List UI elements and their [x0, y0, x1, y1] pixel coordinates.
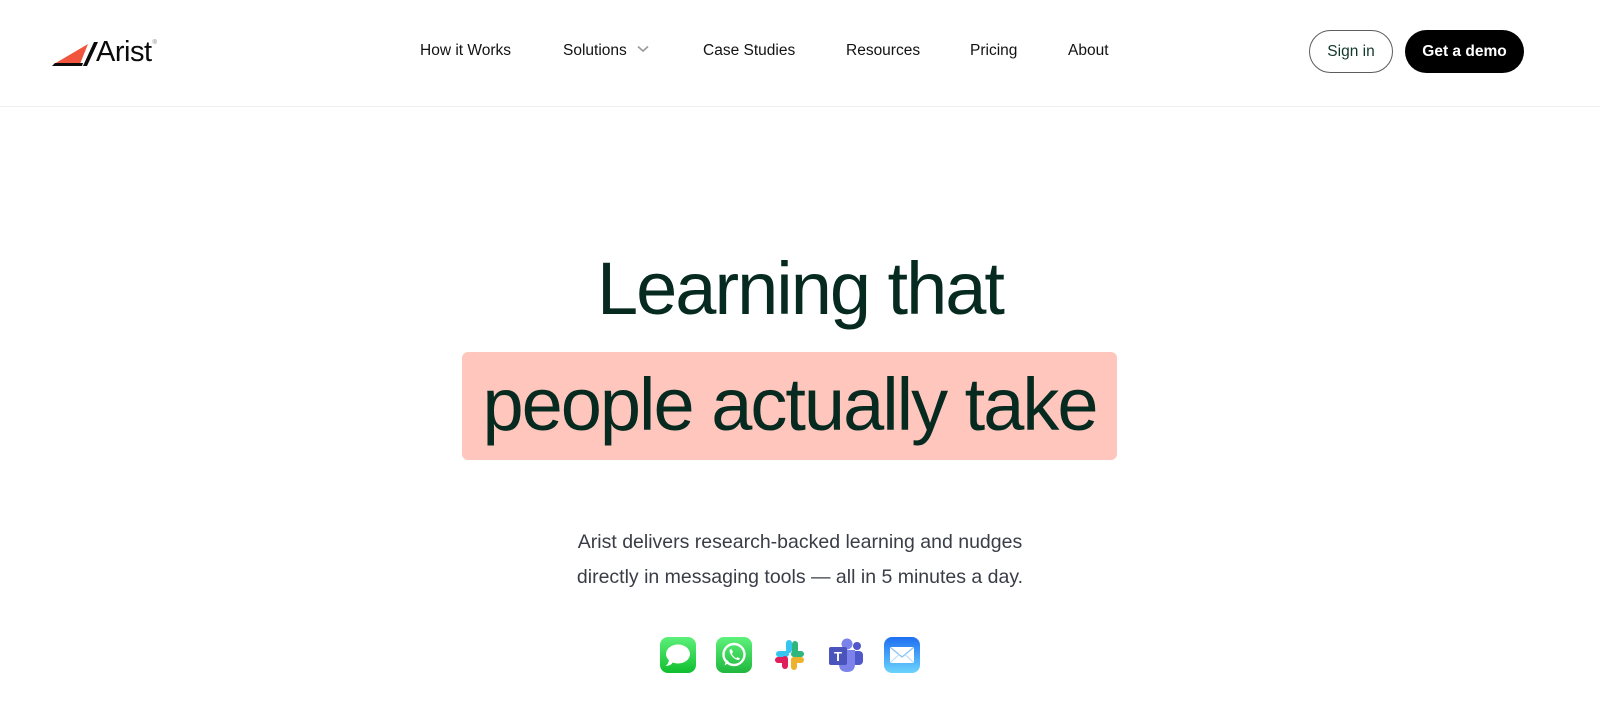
- svg-text:T: T: [834, 649, 842, 664]
- nav-resources[interactable]: Resources: [846, 40, 920, 62]
- teams-icon: T: [829, 638, 863, 672]
- hero-headline-line2: people actually take: [482, 363, 1098, 446]
- imessage-icon: [660, 637, 696, 673]
- nav-how-it-works[interactable]: How it Works: [420, 40, 511, 62]
- mail-icon: [884, 637, 920, 673]
- sign-in-button[interactable]: Sign in: [1309, 30, 1393, 73]
- hero-subtitle-line1: Arist delivers research-backed learning …: [577, 531, 1023, 553]
- messaging-apps-row: T: [660, 637, 920, 673]
- hero-subtitle: Arist delivers research-backed learning …: [0, 525, 1600, 595]
- nav-solutions-label: Solutions: [563, 42, 627, 60]
- top-navigation: Arist ® How it Works Solutions Case Stud…: [0, 0, 1600, 107]
- hero-subtitle-line2: directly in messaging tools — all in 5 m…: [576, 566, 1024, 588]
- nav-about[interactable]: About: [1068, 40, 1109, 62]
- slack-icon: [775, 640, 804, 670]
- nav-solutions[interactable]: Solutions: [563, 40, 649, 62]
- whatsapp-icon: [716, 637, 752, 673]
- hero-headline-line1: Learning that: [596, 247, 1005, 330]
- nav-case-studies[interactable]: Case Studies: [703, 40, 795, 62]
- nav-pricing[interactable]: Pricing: [970, 40, 1017, 62]
- chevron-down-icon: [637, 38, 649, 60]
- get-demo-button[interactable]: Get a demo: [1405, 30, 1524, 73]
